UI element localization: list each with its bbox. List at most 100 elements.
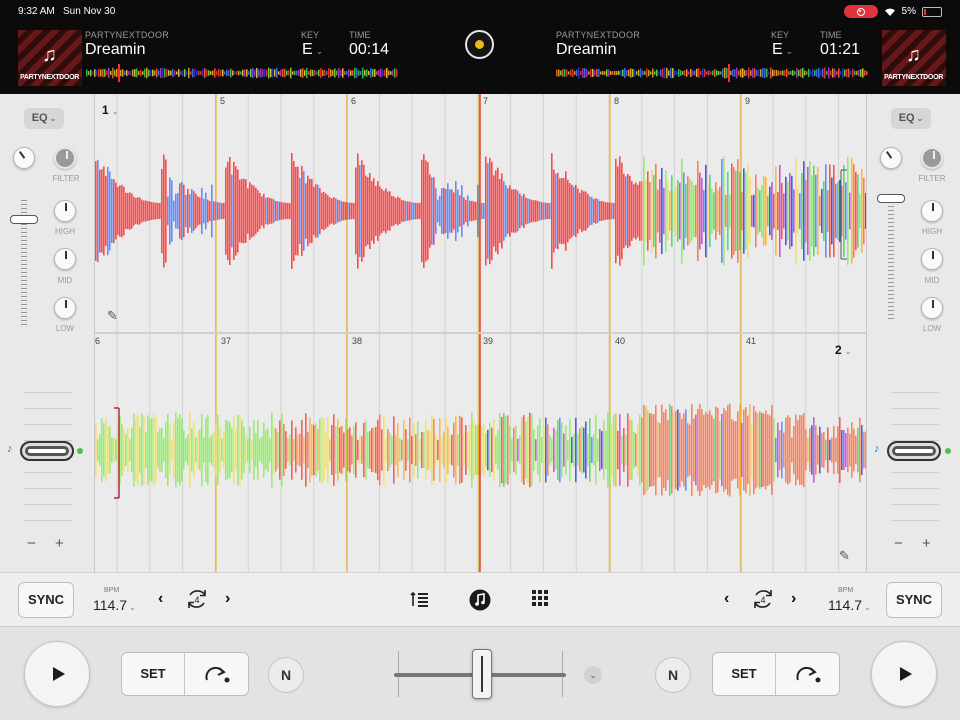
- cue-jump-icon: [796, 666, 821, 683]
- deck1-title: Dreamin: [85, 41, 146, 58]
- cue-jump-icon: [205, 666, 230, 683]
- deck2-number-selector[interactable]: 2 ⌄: [835, 343, 851, 357]
- play-icon: [900, 667, 912, 681]
- deck2-pitch-plus-button[interactable]: +: [922, 535, 931, 552]
- deck1-beat-label: 7: [483, 96, 489, 106]
- deck1-eq-button[interactable]: EQ ⌄: [24, 108, 64, 129]
- djay-app: 9:32 AM Sun Nov 30 5% ♫ PARTYNEXTDOOR PA…: [0, 0, 960, 720]
- deck2-gain-knob[interactable]: [880, 147, 902, 169]
- deck2-overview-waveform[interactable]: [556, 64, 868, 82]
- deck1-overview-waveform[interactable]: [86, 64, 398, 82]
- deck1-pitch-slider-handle[interactable]: [20, 441, 74, 461]
- deck1-mixer-panel: EQ ⌄ FILTER HIGH MID LOW ♪ − +: [0, 94, 95, 572]
- chevron-down-icon: ⌄: [111, 107, 119, 116]
- screen-record-icon[interactable]: [843, 5, 878, 18]
- library-list-icon[interactable]: [410, 589, 430, 609]
- deck1-key-label: KEY: [301, 30, 320, 40]
- deck1-number-selector[interactable]: 1 ⌄: [102, 103, 118, 117]
- deck1-set-cue-button[interactable]: SET: [122, 653, 185, 695]
- deck2-beat-label: 41: [746, 336, 757, 346]
- pads-grid-icon[interactable]: [531, 589, 549, 607]
- deck2-beat-label: 38: [352, 336, 363, 346]
- deck2-low-knob[interactable]: [921, 297, 943, 319]
- deck2-key-selector[interactable]: E ⌄: [772, 41, 793, 59]
- waveform-view[interactable]: 1 ⌄ 5 6 7 8 9 ✎ 6 37 38 39 40 41 2 ⌄ ✎: [95, 94, 866, 572]
- deck1-artist: PARTYNEXTDOOR: [85, 30, 170, 40]
- deck2-album-art[interactable]: ♫ PARTYNEXTDOOR: [882, 30, 946, 86]
- deck2-volume-fader-track[interactable]: [888, 194, 894, 320]
- deck1-number: 1: [102, 103, 109, 117]
- center-menu-button[interactable]: [465, 30, 494, 59]
- deck2-neural-mix-button[interactable]: N: [655, 657, 691, 693]
- deck2-loop-beats: 4: [760, 595, 765, 605]
- deck1-pitch-minus-button[interactable]: −: [27, 535, 36, 552]
- deck2-volume-fader-handle[interactable]: [877, 194, 905, 203]
- deck1-low-label: LOW: [55, 324, 75, 333]
- deck2-cue-group: SET: [712, 652, 840, 696]
- deck1-mid-label: MID: [57, 276, 73, 285]
- deck1-bpm: 114.7: [93, 597, 127, 613]
- chevron-down-icon: ⌄: [49, 114, 57, 123]
- chevron-down-icon: ⌄: [916, 114, 924, 123]
- deck1-loop-icon[interactable]: 4: [184, 587, 210, 611]
- music-library-icon[interactable]: [469, 589, 491, 611]
- deck1-album-art[interactable]: ♫ PARTYNEXTDOOR: [18, 30, 82, 86]
- deck-divider: [95, 332, 866, 334]
- deck1-high-knob[interactable]: [54, 200, 76, 222]
- deck1-key-selector[interactable]: E ⌄: [302, 41, 323, 59]
- chevron-down-icon: ⌄: [785, 46, 794, 56]
- deck1-loop-next-button[interactable]: ›: [225, 590, 230, 608]
- bottom-controls: SET N ⌄ N SET: [0, 626, 960, 720]
- deck2-play-button[interactable]: [871, 641, 937, 707]
- deck1-play-button[interactable]: [24, 641, 90, 707]
- deck2-pitch-slider-handle[interactable]: [887, 441, 941, 461]
- deck1-pitch-plus-button[interactable]: +: [55, 535, 64, 552]
- deck1-beat-label: 5: [220, 96, 226, 106]
- deck2-time: 01:21: [820, 41, 861, 58]
- deck1-time-label: TIME: [349, 30, 371, 40]
- deck2-set-cue-button[interactable]: SET: [713, 653, 776, 695]
- deck2-pitch-minus-button[interactable]: −: [894, 535, 903, 552]
- deck2-mid-knob[interactable]: [921, 248, 943, 270]
- deck2-beat-label: 6: [95, 336, 101, 346]
- deck1-beat-label: 8: [614, 96, 620, 106]
- battery-icon: [922, 6, 942, 17]
- deck2-loop-previous-button[interactable]: ‹: [724, 590, 729, 608]
- deck2-high-knob[interactable]: [921, 200, 943, 222]
- deck2-sync-button[interactable]: SYNC: [886, 582, 942, 618]
- deck1-jump-cue-button[interactable]: [185, 653, 248, 695]
- deck2-bpm-selector[interactable]: 114.7 ⌄: [828, 597, 871, 613]
- deck2-edit-pencil-icon[interactable]: ✎: [839, 548, 850, 564]
- deck2-pitch-center-indicator: [945, 448, 951, 454]
- music-note-icon: ♪: [874, 443, 880, 455]
- deck1-neural-mix-button[interactable]: N: [268, 657, 304, 693]
- deck1-volume-fader-handle[interactable]: [10, 215, 38, 224]
- deck2-loop-icon[interactable]: 4: [750, 587, 776, 611]
- deck2-high-label: HIGH: [922, 227, 942, 236]
- deck1-bpm-selector[interactable]: 114.7 ⌄: [93, 597, 136, 613]
- record-dot-icon: [475, 40, 484, 49]
- chevron-down-icon: ⌄: [864, 603, 871, 612]
- deck1-beat-label: 6: [351, 96, 357, 106]
- deck1-pitch-center-indicator: [77, 448, 83, 454]
- deck2-mixer-panel: EQ ⌄ FILTER HIGH MID LOW ♪ − +: [866, 94, 960, 572]
- deck1-gain-knob[interactable]: [13, 147, 35, 169]
- deck2-jump-cue-button[interactable]: [776, 653, 839, 695]
- deck1-art-brand: PARTYNEXTDOOR: [20, 74, 79, 81]
- deck2-eq-button[interactable]: EQ ⌄: [891, 108, 931, 129]
- deck1-edit-pencil-icon[interactable]: ✎: [107, 308, 118, 324]
- deck1-filter-knob[interactable]: [54, 147, 76, 169]
- deck2-eq-label: EQ: [898, 112, 915, 124]
- deck2-art-brand: PARTYNEXTDOOR: [884, 74, 943, 81]
- deck1-key: E: [302, 41, 313, 58]
- deck2-loop-next-button[interactable]: ›: [791, 590, 796, 608]
- deck2-artist: PARTYNEXTDOOR: [556, 30, 641, 40]
- deck1-sync-button[interactable]: SYNC: [18, 582, 74, 618]
- deck1-mid-knob[interactable]: [54, 248, 76, 270]
- crossfader-options-button[interactable]: ⌄: [584, 666, 602, 684]
- crossfader-handle[interactable]: [472, 649, 492, 699]
- deck2-filter-label: FILTER: [918, 174, 946, 183]
- deck2-filter-knob[interactable]: [921, 147, 943, 169]
- deck1-low-knob[interactable]: [54, 297, 76, 319]
- deck1-loop-previous-button[interactable]: ‹: [158, 590, 163, 608]
